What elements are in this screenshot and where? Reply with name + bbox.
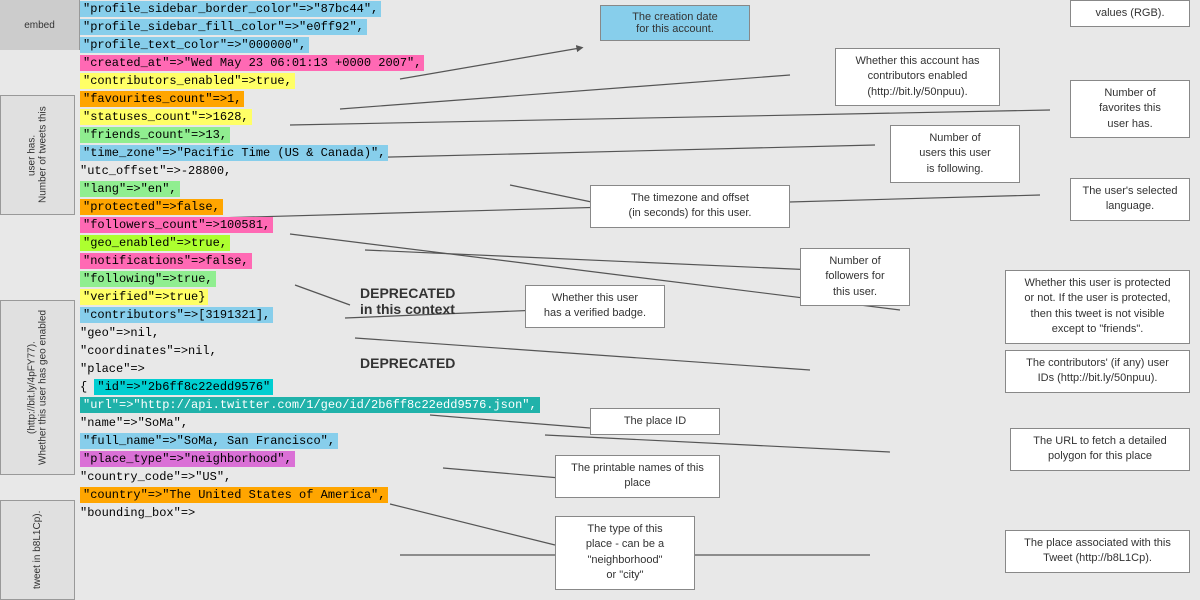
code-line-24: "name"=>"SoMa", — [80, 416, 188, 430]
code-line-18: "contributors"=>[3191321], — [80, 308, 273, 322]
code-line-8: "friends_count"=>13, — [80, 128, 230, 142]
annotation-favorites: Number offavorites thisuser has. — [1070, 80, 1190, 138]
annotation-verified: Whether this userhas a verified badge. — [525, 285, 665, 328]
code-line-19: "geo"=>nil, — [80, 326, 159, 340]
code-line-20: "coordinates"=>nil, — [80, 344, 217, 358]
code-line-10: "utc_offset"=>-28800, — [80, 164, 231, 178]
main-container: Number of tweets this user has. Whether … — [0, 0, 1200, 600]
annotation-following: Number ofusers this useris following. — [890, 125, 1020, 183]
code-line-23: "url"=>"http://api.twitter.com/1/geo/id/… — [80, 398, 540, 412]
annotation-contributors-ids: The contributors' (if any) userIDs (http… — [1005, 350, 1190, 393]
code-line-28: "country"=>"The United States of America… — [80, 488, 388, 502]
deprecated-label-2: DEPRECATED — [360, 355, 455, 371]
code-line-17: "verified"=>true} — [80, 290, 208, 304]
code-line-12: "protected"=>false, — [80, 200, 223, 214]
annotation-language: The user's selectedlanguage. — [1070, 178, 1190, 221]
code-line-1: "profile_sidebar_border_color"=>"87bc44"… — [80, 2, 381, 16]
code-line-4: "created_at"=>"Wed May 23 06:01:13 +0000… — [80, 56, 424, 70]
annotation-contributors-enabled: Whether this account hascontributors ena… — [835, 48, 1000, 106]
code-line-26: "place_type"=>"neighborhood", — [80, 452, 295, 466]
code-line-2: "profile_sidebar_fill_color"=>"e0ff92", — [80, 20, 367, 34]
code-line-6: "favourites_count"=>1, — [80, 92, 244, 106]
annotation-creation-date: The creation datefor this account. — [600, 5, 750, 41]
code-line-15: "notifications"=>false, — [80, 254, 252, 268]
annotation-timezone: The timezone and offset(in seconds) for … — [590, 185, 790, 228]
code-line-29: "bounding_box"=> — [80, 506, 195, 520]
code-line-25: "full_name"=>"SoMa, San Francisco", — [80, 434, 338, 448]
embed-label: embed — [0, 0, 80, 50]
code-line-16: "following"=>true, — [80, 272, 216, 286]
annotation-place-associated: The place associated with thisTweet (htt… — [1005, 530, 1190, 573]
annotation-place-type: The type of thisplace - can be a"neighbo… — [555, 516, 695, 590]
code-line-14: "geo_enabled"=>true, — [80, 236, 230, 250]
annotation-followers-count: Number offollowers forthis user. — [800, 248, 910, 306]
code-line-27: "country_code"=>"US", — [80, 470, 231, 484]
annotation-url-fetch: The URL to fetch a detailedpolygon for t… — [1010, 428, 1190, 471]
annotation-place-id: The place ID — [590, 408, 720, 435]
sidebar-label-tweets: Number of tweets this user has. — [0, 95, 75, 215]
code-line-5: "contributors_enabled"=>true, — [80, 74, 295, 88]
code-line-7: "statuses_count"=>1628, — [80, 110, 252, 124]
code-line-11: "lang"=>"en", — [80, 182, 180, 196]
code-line-9: "time_zone"=>"Pacific Time (US & Canada)… — [80, 146, 388, 160]
annotation-printable-names: The printable names of this place — [555, 455, 720, 498]
deprecated-label-1: DEPRECATEDin this context — [360, 285, 455, 317]
code-line-22: { "id"=>"2b6ff8c22edd9576" — [80, 380, 273, 394]
sidebar-label-geo: Whether this user has geo enabled (http:… — [0, 300, 75, 475]
code-line-3: "profile_text_color"=>"000000", — [80, 38, 309, 52]
annotation-rgb: values (RGB). — [1070, 0, 1190, 27]
code-line-13: "followers_count"=>100581, — [80, 218, 273, 232]
annotation-protected: Whether this user is protectedor not. If… — [1005, 270, 1190, 344]
sidebar-label-tweet-place: tweet in b8L1Cp). — [0, 500, 75, 600]
code-line-21: "place"=> — [80, 362, 145, 376]
